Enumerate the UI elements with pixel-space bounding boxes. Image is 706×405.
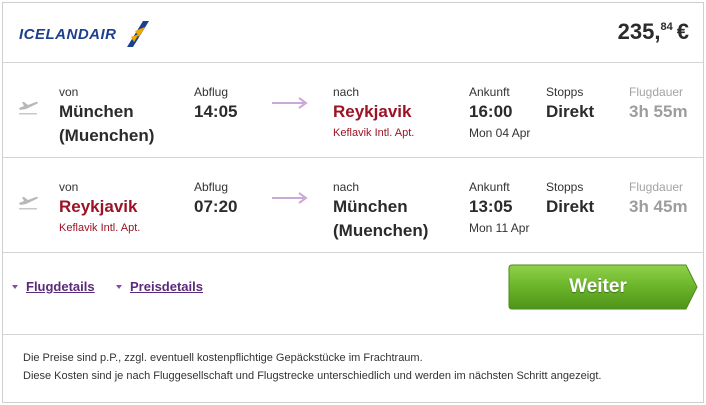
right-arrow-icon <box>272 192 308 204</box>
departure-time: 07:20 <box>194 197 238 216</box>
airline-logo-icon <box>126 21 149 47</box>
continue-button-label: Weiter <box>569 276 627 297</box>
price-notice: Die Preise sind p.P., zzgl. eventuell ko… <box>23 349 601 385</box>
actions-bar: Flugdetails Preisdetails Weiter <box>3 253 703 335</box>
offer-header: ICELANDAIR 235,84 € <box>3 3 703 63</box>
from-city: München <box>59 102 134 121</box>
arrival-label: Ankunft <box>469 85 510 99</box>
airline-logo: ICELANDAIR <box>19 19 151 49</box>
triangle-down-icon <box>116 284 122 289</box>
from-label: von <box>59 180 79 194</box>
flight-row-return: von Reykjavik Keflavik Intl. Apt. Abflug… <box>3 158 703 253</box>
arrival-date: Mon 11 Apr <box>469 221 530 235</box>
flight-details-link[interactable]: Flugdetails <box>12 279 95 294</box>
stops-label: Stopps <box>546 85 584 99</box>
price-cents: 84 <box>660 21 673 33</box>
to-airport: Keflavik Intl. Apt. <box>333 127 415 139</box>
price-details-link[interactable]: Preisdetails <box>116 279 203 294</box>
arrival-time: 16:00 <box>469 102 513 121</box>
duration-value: 3h 55m <box>629 102 688 121</box>
to-label: nach <box>333 180 360 194</box>
plane-takeoff-icon <box>19 196 38 210</box>
duration-label: Flugdauer <box>629 85 684 99</box>
stops-value: Direkt <box>546 197 595 216</box>
arrival-time: 13:05 <box>469 197 513 216</box>
arrival-date: Mon 04 Apr <box>469 126 531 140</box>
price-notice-line-1: Die Preise sind p.P., zzgl. eventuell ko… <box>23 352 423 364</box>
flight-offer-card: ICELANDAIR 235,84 € von München (Muenchen… <box>2 2 704 403</box>
duration-value: 3h 45m <box>629 197 688 216</box>
from-airport: Keflavik Intl. Apt. <box>59 222 141 234</box>
departure-time: 14:05 <box>194 102 238 121</box>
to-city-alt: (Muenchen) <box>333 221 429 240</box>
to-label: nach <box>333 85 360 99</box>
departure-label: Abflug <box>194 180 229 194</box>
price-details-label: Preisdetails <box>130 279 203 294</box>
price-currency: € <box>676 19 689 44</box>
plane-takeoff-icon <box>19 101 38 115</box>
from-city: Reykjavik <box>59 197 138 216</box>
total-price: 235,84 € <box>618 19 689 45</box>
flight-details-label: Flugdetails <box>26 279 95 294</box>
airline-logo-text: ICELANDAIR <box>19 25 117 43</box>
from-city-alt: (Muenchen) <box>59 126 155 145</box>
departure-label: Abflug <box>194 85 229 99</box>
price-main: 235, <box>617 19 661 44</box>
duration-label: Flugdauer <box>629 180 684 194</box>
price-notice-line-2: Diese Kosten sind je nach Fluggesellscha… <box>23 370 602 382</box>
to-city: München <box>333 197 408 216</box>
stops-value: Direkt <box>546 102 595 121</box>
to-city: Reykjavik <box>333 102 412 121</box>
flight-row-outbound: von München (Muenchen) Abflug 14:05 nach… <box>3 63 703 158</box>
from-label: von <box>59 85 79 99</box>
right-arrow-icon <box>272 97 308 109</box>
arrival-label: Ankunft <box>469 180 510 194</box>
stops-label: Stopps <box>546 180 584 194</box>
continue-button[interactable]: Weiter <box>508 264 698 310</box>
triangle-down-icon <box>12 284 18 289</box>
